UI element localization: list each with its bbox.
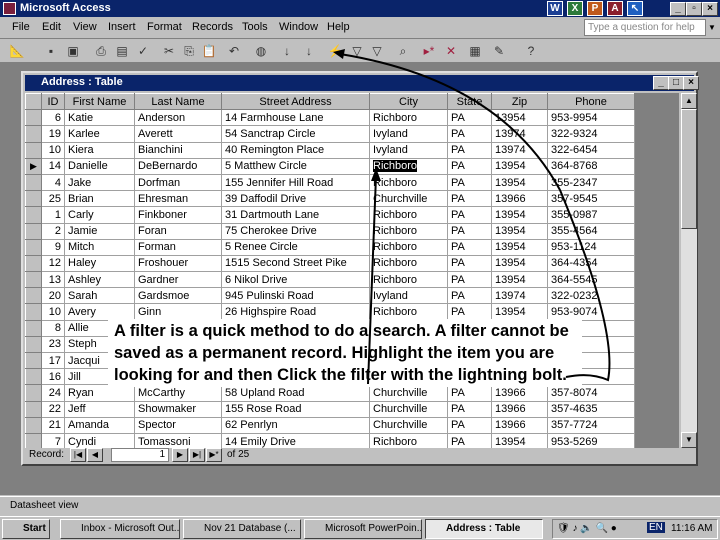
task-inbox[interactable]: Inbox - Microsoft Out... bbox=[60, 519, 180, 539]
annotation-arrows bbox=[333, 49, 611, 385]
arrow-head-filter bbox=[333, 49, 345, 59]
tray-icons[interactable]: 🛡 ♪ 🔈 🔍 ● bbox=[557, 523, 617, 534]
arrow-head-cell bbox=[371, 168, 381, 181]
clock: 11:16 AM bbox=[671, 523, 713, 534]
system-tray: 🛡 ♪ 🔈 🔍 ● EN 11:16 AM bbox=[552, 519, 718, 539]
taskbar: Start Inbox - Microsoft Out... Nov 21 Da… bbox=[0, 516, 720, 540]
arrow-to-filter bbox=[339, 53, 611, 382]
status-bar: Datasheet view bbox=[0, 496, 720, 516]
task-powerpoint[interactable]: Microsoft PowerPoin... bbox=[304, 519, 422, 539]
language-indicator[interactable]: EN bbox=[647, 522, 665, 533]
task-database[interactable]: Nov 21 Database (... bbox=[183, 519, 301, 539]
arrow-to-cell bbox=[367, 175, 377, 385]
task-address-table[interactable]: Address : Table bbox=[425, 519, 543, 539]
start-button[interactable]: Start bbox=[2, 519, 50, 539]
